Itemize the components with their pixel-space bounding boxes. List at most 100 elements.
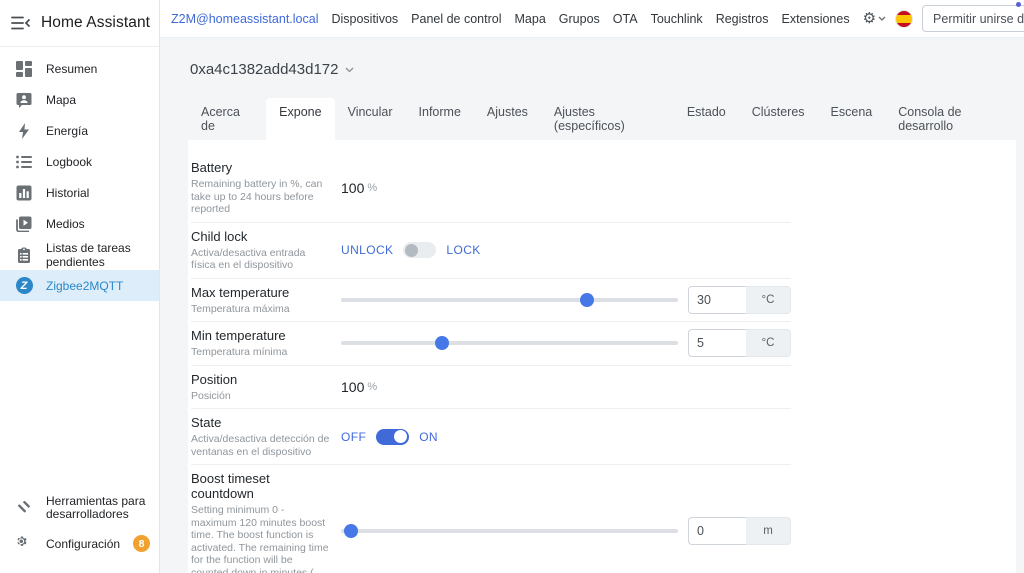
feature-name: Position (191, 371, 238, 387)
tab-ajustes-especificos[interactable]: Ajustes (específicos) (541, 98, 674, 140)
menu-toggle-icon[interactable] (11, 15, 31, 31)
clipboard-list-icon (15, 246, 33, 264)
play-box-multiple-icon (15, 215, 33, 233)
tab-acerca-de[interactable]: Acerca de (188, 98, 266, 140)
nav-panel-de-control[interactable]: Panel de control (411, 12, 501, 26)
chart-box-icon (15, 184, 33, 202)
expose-row-state: State Activa/desactiva detección de vent… (191, 409, 791, 465)
expose-card: Battery Remaining battery in %, can take… (188, 140, 1016, 573)
feature-description: Posición (191, 389, 231, 402)
child-lock-toggle[interactable] (403, 242, 437, 258)
sidebar-item-historial[interactable]: Historial (0, 177, 159, 208)
expose-row-battery: Battery Remaining battery in %, can take… (191, 154, 791, 223)
nav-dispositivos[interactable]: Dispositivos (331, 12, 398, 26)
feature-description: Temperatura máxima (191, 302, 290, 315)
sidebar-item-label: Configuración (46, 536, 121, 551)
device-tabs: Acerca de Expone Vincular Informe Ajuste… (188, 98, 1024, 140)
slider-track[interactable] (341, 297, 678, 302)
slider-thumb[interactable] (434, 336, 449, 351)
device-selector[interactable]: 0xa4c1382add43d172 (190, 61, 1024, 78)
slider-thumb[interactable] (344, 524, 359, 539)
tab-vincular[interactable]: Vincular (335, 98, 406, 140)
settings-dropdown[interactable]: ⚙ (863, 11, 886, 26)
unit-addon: °C (746, 329, 791, 358)
tab-expone[interactable]: Expone (266, 98, 335, 140)
feature-name: Child lock (191, 228, 248, 244)
boost-timeset-slider[interactable] (341, 524, 678, 539)
feature-name: Boost timeset countdown (191, 471, 270, 501)
min-temperature-slider[interactable] (341, 336, 678, 351)
state-toggle[interactable] (376, 428, 410, 445)
tab-consola-desarrollo[interactable]: Consola de desarrollo (885, 98, 1024, 140)
expose-row-min-temperature: Min temperature Temperatura mínima °C (191, 322, 791, 366)
toggle-knob (405, 243, 419, 257)
sidebar-item-herramientas-desarrolladores[interactable]: Herramientas para desarrolladores (0, 488, 159, 528)
cog-icon (15, 535, 33, 553)
sidebar-item-zigbee2mqtt[interactable]: Z Zigbee2MQTT (0, 270, 159, 301)
sidebar-item-energia[interactable]: Energía (0, 115, 159, 146)
nav-grupos[interactable]: Grupos (559, 12, 600, 26)
toggle-off-label: OFF (341, 429, 367, 444)
nav-registros[interactable]: Registros (716, 12, 769, 26)
sidebar-item-label: Logbook (46, 154, 93, 169)
toggle-off-label: UNLOCK (341, 243, 394, 257)
z2m-instance-link[interactable]: Z2M@homeassistant.local (171, 12, 318, 26)
device-id: 0xa4c1382add43d172 (190, 61, 339, 78)
hammer-icon (15, 499, 33, 517)
tab-estado[interactable]: Estado (674, 98, 739, 140)
slider-thumb[interactable] (580, 292, 595, 307)
sidebar-item-label: Energía (46, 123, 89, 138)
nav-mapa[interactable]: Mapa (515, 12, 546, 26)
sidebar-item-resumen[interactable]: Resumen (0, 53, 159, 84)
sidebar-item-logbook[interactable]: Logbook (0, 146, 159, 177)
max-temperature-input[interactable] (688, 285, 746, 314)
feature-name: Min temperature (191, 328, 286, 343)
sidebar: Home Assistant Resumen Mapa Energía Logb… (0, 0, 160, 573)
feature-description: Activa/desactiva entrada física en el di… (191, 246, 306, 272)
max-temperature-slider[interactable] (341, 292, 678, 307)
sidebar-item-configuracion[interactable]: Configuración 8 (0, 528, 159, 559)
lightning-bolt-icon (15, 122, 33, 140)
tab-informe[interactable]: Informe (406, 98, 474, 140)
format-list-bulleted-icon (15, 153, 33, 171)
nav-extensiones[interactable]: Extensiones (781, 12, 849, 26)
permit-join-button[interactable]: Permitir unirse desde (Todos) (922, 5, 1024, 32)
tab-clusteres[interactable]: Clústeres (739, 98, 818, 140)
sidebar-item-label: Listas de tareas pendientes (46, 240, 131, 269)
toggle-on-label: LOCK (446, 243, 481, 257)
feature-description: Remaining battery in %, can take up to 2… (191, 178, 323, 215)
unit-addon: m (746, 517, 791, 546)
expose-row-position: Position Posición 100 % (191, 366, 791, 409)
z2m-nav: Dispositivos Panel de control Mapa Grupo… (331, 12, 849, 26)
feature-name: Battery (191, 160, 233, 175)
max-temperature-input-group: °C (688, 285, 791, 314)
config-notification-badge: 8 (133, 535, 151, 552)
tab-ajustes[interactable]: Ajustes (474, 98, 541, 140)
nav-ota[interactable]: OTA (613, 12, 638, 26)
chevron-down-icon (346, 67, 354, 72)
battery-unit: % (367, 181, 378, 194)
position-unit: % (367, 380, 378, 393)
expose-row-boost-timeset-countdown: Boost timeset countdown Setting minimum … (191, 465, 791, 573)
sidebar-item-label: Medios (46, 216, 85, 231)
gear-icon: ⚙ (862, 10, 877, 27)
sidebar-item-label: Zigbee2MQTT (46, 278, 124, 293)
slider-track[interactable] (341, 341, 678, 346)
language-flag-icon[interactable] (895, 9, 914, 28)
sidebar-item-label: Herramientas para desarrolladores (46, 494, 146, 521)
feature-description: Temperatura mínima (191, 346, 288, 358)
sidebar-item-medios[interactable]: Medios (0, 208, 159, 239)
toggle-knob (394, 430, 408, 443)
topbar-right: ⚙ Permitir unirse desde (Todos) (863, 5, 1024, 32)
boost-timeset-input[interactable] (688, 517, 746, 546)
slider-track[interactable] (341, 529, 678, 534)
nav-touchlink[interactable]: Touchlink (651, 12, 703, 26)
sidebar-item-listas-tareas[interactable]: Listas de tareas pendientes (0, 239, 159, 270)
sidebar-header: Home Assistant (0, 0, 159, 47)
feature-name: Max temperature (191, 284, 290, 300)
device-page: 0xa4c1382add43d172 Acerca de Expone Vinc… (160, 38, 1024, 573)
tab-escena[interactable]: Escena (818, 98, 886, 140)
sidebar-item-mapa[interactable]: Mapa (0, 84, 159, 115)
feature-name: State (191, 415, 222, 430)
min-temperature-input[interactable] (688, 329, 746, 358)
